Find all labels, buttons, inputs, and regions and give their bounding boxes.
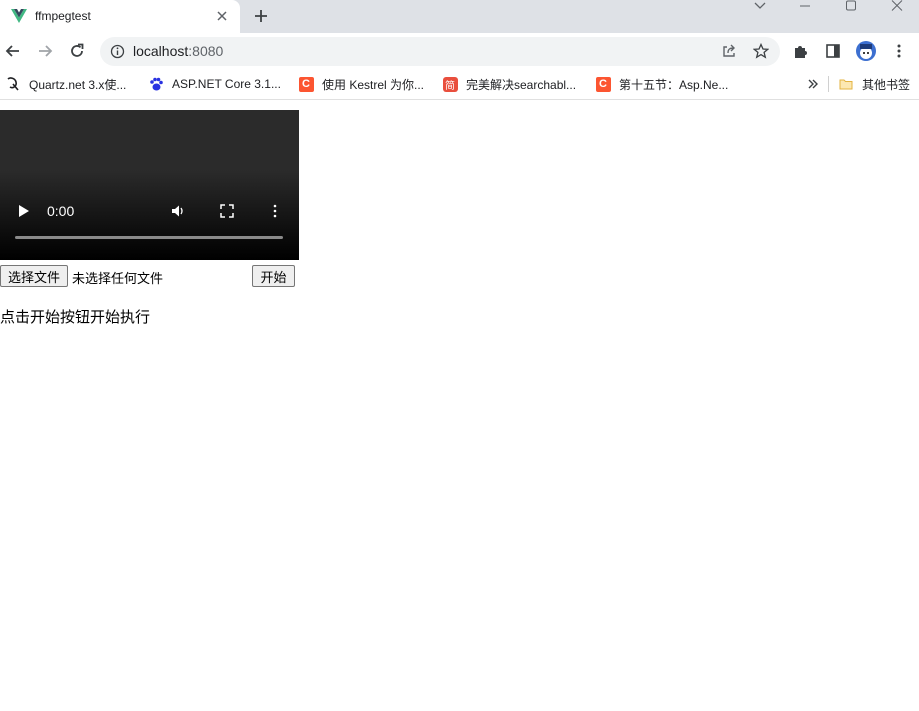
bookmarks-divider — [828, 76, 829, 92]
tab-title: ffmpegtest — [35, 9, 91, 23]
active-tab[interactable]: ffmpegtest — [0, 0, 240, 33]
extensions-puzzle-icon[interactable] — [793, 43, 809, 59]
browser-toolbar: localhost:8080 — [0, 33, 919, 69]
bookmarks-bar: Quartz.net 3.x使... ASP.NET Core 3.1... C… — [0, 69, 919, 100]
csdn-icon: C — [298, 76, 314, 92]
file-status-text: 未选择任何文件 — [72, 272, 164, 287]
choose-file-button[interactable]: 选择文件 — [0, 265, 68, 287]
new-tab-icon[interactable] — [252, 7, 270, 25]
maximize-icon[interactable] — [843, 0, 859, 12]
bookmarks-overflow-icon[interactable] — [807, 69, 819, 99]
csdn-icon: C — [595, 76, 611, 92]
forward-arrow-icon[interactable] — [36, 42, 54, 60]
url-text[interactable]: localhost:8080 — [133, 43, 223, 59]
url-port: :8080 — [188, 43, 224, 59]
other-bookmarks-label: 其他书签 — [862, 77, 911, 92]
page-content: 0:00 选择文件 未选择任何文件 开始 点击开始按钮开始执行 — [0, 100, 919, 711]
tab-search-chevron-icon[interactable] — [752, 0, 768, 12]
video-player[interactable]: 0:00 — [0, 110, 299, 260]
profile-avatar[interactable] — [856, 41, 876, 61]
vue-logo-icon — [11, 9, 27, 23]
address-bar[interactable]: localhost:8080 — [100, 37, 780, 66]
share-icon[interactable] — [721, 43, 737, 59]
folder-icon — [838, 76, 854, 92]
minimize-icon[interactable] — [797, 0, 813, 12]
bookmark-label: 完美解决searchabl... — [466, 77, 577, 92]
url-host: localhost — [133, 43, 189, 59]
side-panel-icon[interactable] — [825, 43, 841, 59]
back-arrow-icon[interactable] — [4, 42, 22, 60]
quartz-icon — [5, 76, 21, 92]
reload-icon[interactable] — [68, 42, 86, 60]
video-time: 0:00 — [47, 203, 75, 219]
bookmark-item[interactable]: C 使用 Kestrel 为你... — [298, 69, 424, 99]
jian-icon: 简 — [442, 76, 458, 92]
bookmark-item[interactable]: ASP.NET Core 3.1... — [148, 69, 281, 99]
volume-icon[interactable] — [171, 204, 185, 218]
bookmark-label: 使用 Kestrel 为你... — [322, 77, 425, 92]
status-message: 点击开始按钮开始执行 — [0, 308, 151, 326]
bookmark-item[interactable]: Quartz.net 3.x使... — [5, 69, 126, 99]
avatar-face-icon — [860, 44, 872, 59]
info-icon[interactable] — [110, 44, 125, 59]
video-progress-bar[interactable] — [15, 236, 283, 239]
close-tab-icon[interactable] — [214, 8, 230, 24]
paw-icon — [148, 76, 164, 92]
start-button[interactable]: 开始 — [252, 265, 295, 287]
bookmark-item[interactable]: 简 完美解决searchabl... — [442, 69, 576, 99]
tab-strip: ffmpegtest — [0, 0, 919, 33]
fullscreen-icon[interactable] — [220, 204, 234, 218]
more-menu-icon[interactable] — [891, 43, 907, 59]
other-bookmarks[interactable]: 其他书签 — [838, 69, 910, 99]
bookmark-star-icon[interactable] — [753, 43, 769, 59]
bookmark-item[interactable]: C 第十五节：Asp.Ne... — [595, 69, 728, 99]
bookmark-label: ASP.NET Core 3.1... — [172, 77, 281, 91]
video-more-icon[interactable] — [268, 204, 282, 218]
bookmark-label: Quartz.net 3.x使... — [29, 77, 127, 92]
play-icon[interactable] — [17, 204, 31, 218]
close-window-icon[interactable] — [889, 0, 905, 12]
bookmark-label: 第十五节：Asp.Ne... — [619, 77, 729, 92]
